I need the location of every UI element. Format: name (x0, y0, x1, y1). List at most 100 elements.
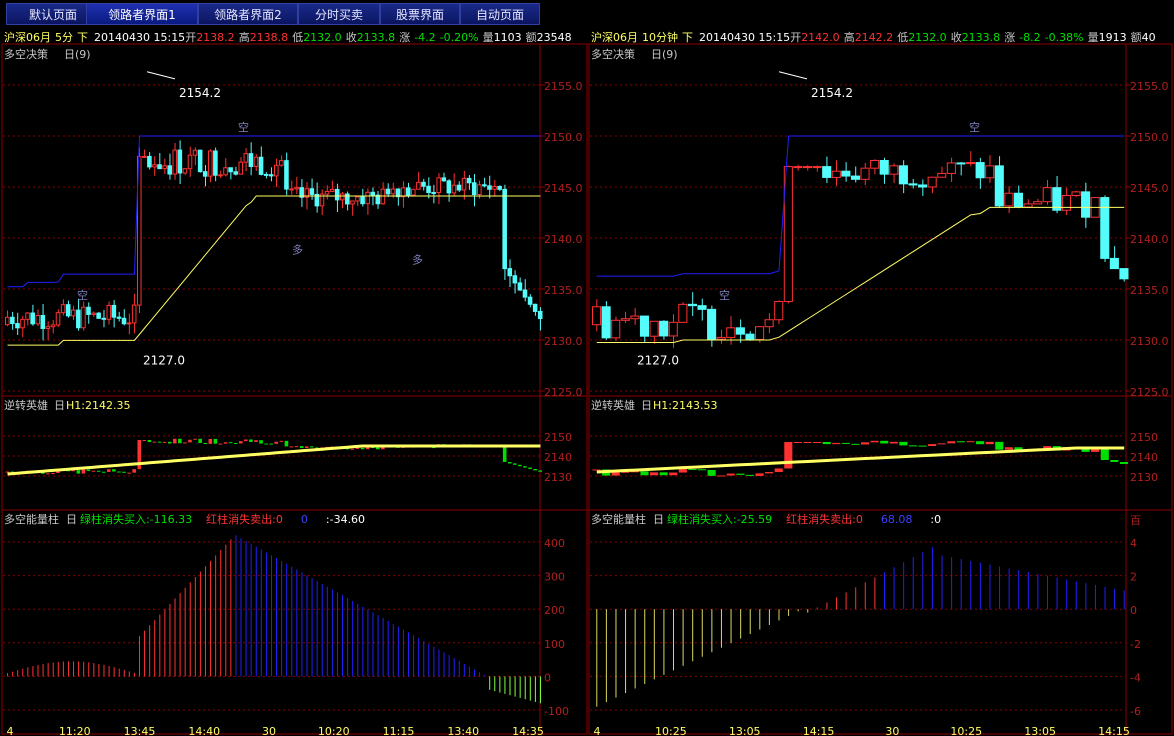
mid-candle (167, 441, 172, 444)
candle-body (908, 183, 918, 186)
candle-body (889, 165, 899, 175)
y-tick-label: 0 (1130, 604, 1137, 617)
mid-candle (51, 473, 55, 475)
mid-h1-value: H1:2143.53 (653, 399, 717, 412)
mid-candle (717, 475, 726, 477)
candle-body (532, 303, 538, 312)
candle-body (517, 282, 523, 291)
candle-body (350, 200, 355, 205)
candle-body (106, 304, 112, 320)
candle-body (716, 336, 726, 340)
candle-body (487, 185, 492, 190)
info-symbol: 沪深06月 (591, 30, 638, 44)
mid-candle (208, 438, 213, 444)
candle-body (477, 184, 482, 196)
mid-candle (784, 442, 793, 469)
info-chg_l: 涨 (399, 31, 410, 44)
candle-body (735, 327, 745, 335)
candle-body (45, 326, 51, 330)
candle-body (502, 188, 507, 270)
candle-body (601, 306, 611, 339)
mid-candle (1004, 447, 1013, 450)
x-axis-label: 14:35 (512, 725, 544, 736)
mid-candle (697, 469, 707, 471)
y-tick-label: 2135.0 (544, 284, 583, 297)
candle-body (850, 175, 860, 180)
mid-candle (299, 446, 304, 449)
candle-body (339, 193, 345, 201)
mid-candle (502, 446, 507, 462)
mid-candle (745, 474, 755, 476)
y-tick-label: 2130 (544, 471, 572, 484)
candle-body (726, 327, 736, 338)
x-axis-label: 14:15 (803, 725, 835, 736)
candle-body (355, 196, 360, 202)
candle-body (507, 268, 513, 277)
mid-candle (813, 442, 822, 443)
info-open: 2138.2 (196, 31, 235, 44)
candle-body (187, 154, 193, 170)
x-axis-label: 10:20 (318, 725, 350, 736)
y-tick-label: 2125.0 (1130, 386, 1169, 399)
mid-candle (233, 443, 238, 445)
mid-candle (117, 471, 121, 473)
y-tick-label: 100 (544, 638, 565, 651)
candle-body (81, 306, 86, 329)
y-tick-label: 2140 (544, 451, 572, 464)
candle-body (446, 180, 452, 194)
candle-body (258, 156, 264, 175)
white-bar-text: :-34.60 (326, 513, 365, 526)
candle-body (620, 318, 630, 321)
y-tick-label: 2150 (544, 431, 572, 444)
mid-candle (264, 443, 268, 445)
candle-body (223, 167, 228, 176)
mid-candle (793, 442, 802, 443)
candle-body (329, 188, 335, 192)
mid-candle (203, 442, 208, 444)
candle-body (65, 304, 71, 317)
mid-candle (81, 469, 86, 474)
candle-body (50, 324, 56, 328)
mid-candle (254, 440, 258, 442)
x-axis-label: 14:40 (188, 725, 220, 736)
candle-body (197, 149, 203, 173)
y-tick-label: -4 (1130, 671, 1141, 684)
bottom-collapse-icon: 日 (653, 513, 664, 526)
candle-body (755, 326, 765, 340)
mid-candle (304, 446, 309, 449)
candle-body (649, 320, 659, 337)
mid-candle (918, 445, 927, 447)
candle-body (70, 309, 76, 317)
candle-body (167, 165, 172, 175)
info-dt: 20140430 15:15 (94, 31, 185, 44)
futures-chart-canvas[interactable]: 沪深06月 5分下 20140430 15:15 开 2138.2 高 2138.8 低 213… (0, 0, 1174, 736)
mid-candle (107, 469, 111, 472)
candle-body (441, 177, 447, 182)
mid-candle (350, 448, 355, 450)
mid-candle (985, 441, 994, 445)
mid-candle (538, 470, 542, 472)
mid-candle (755, 473, 764, 476)
mid-candle (765, 472, 774, 474)
candle-body (131, 304, 137, 324)
candle-body (411, 188, 416, 196)
mid-candle (76, 470, 81, 474)
info-close: 2133.8 (962, 31, 1001, 44)
candle-body (86, 306, 91, 315)
mid-candle (213, 438, 218, 444)
mid-candle (707, 469, 716, 476)
support-line (7, 195, 541, 346)
info-low_l: 低 (897, 31, 908, 44)
mid-candle (274, 441, 279, 444)
panel-border (588, 43, 1173, 735)
main-indicator-param: 日(9) (651, 48, 678, 61)
red-bar-text: 红柱消失卖出:0 (206, 512, 283, 526)
candle-body (279, 160, 284, 166)
candle-body (172, 149, 178, 175)
candle-body (898, 165, 908, 185)
mid-candle (889, 441, 898, 444)
info-vol: 1103 (494, 31, 522, 44)
x-axis-label: 30 (262, 725, 276, 736)
y-tick-label: 0 (544, 671, 551, 684)
candle-body (116, 316, 122, 319)
